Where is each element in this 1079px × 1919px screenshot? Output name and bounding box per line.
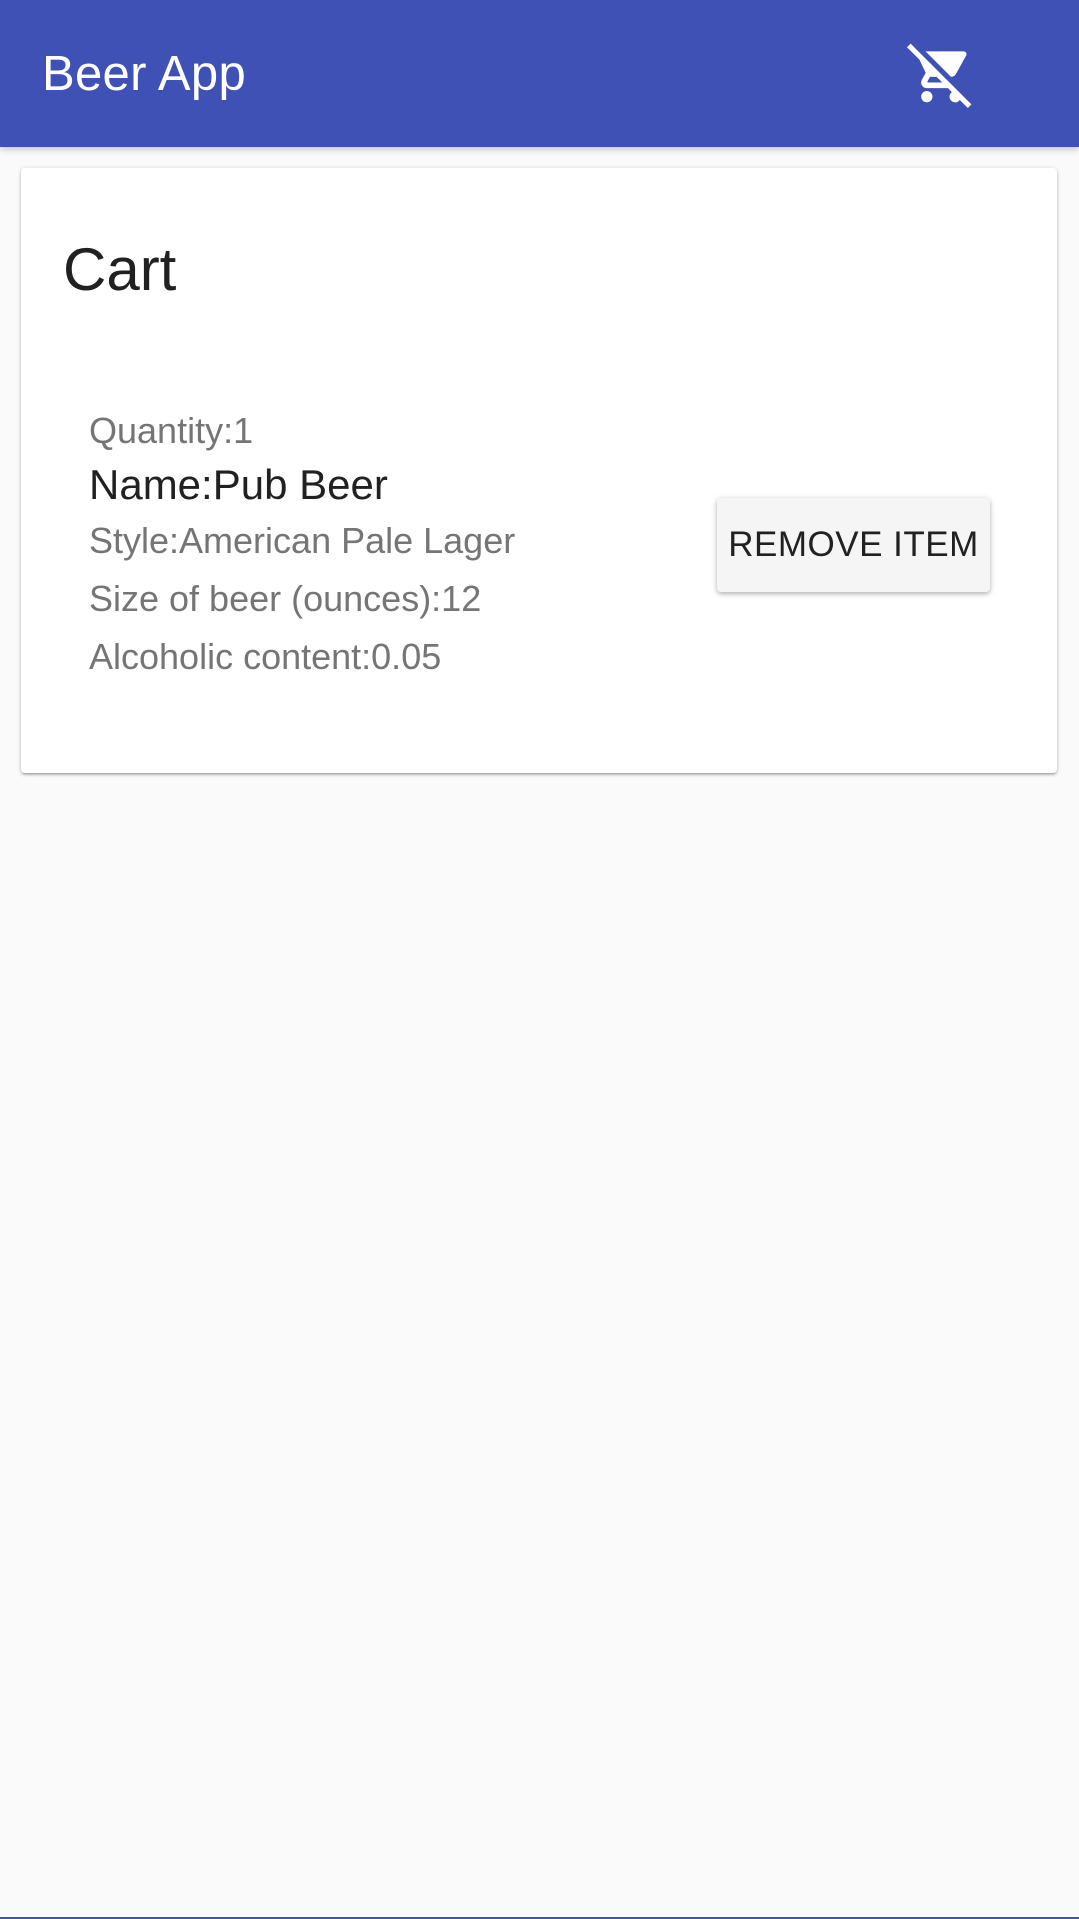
cart-card: Cart Quantity:1 Name:Pub Beer Style:Amer… <box>21 168 1057 773</box>
remove-item-button[interactable]: REMOVE ITEM <box>717 498 990 592</box>
item-size: Size of beer (ounces):12 <box>89 578 482 619</box>
remove-shopping-cart-icon <box>907 43 972 108</box>
cart-title: Cart <box>63 236 177 303</box>
item-alcohol-content: Alcoholic content:0.05 <box>89 636 442 677</box>
app-title: Beer App <box>42 47 246 101</box>
item-name: Name:Pub Beer <box>89 461 388 508</box>
item-quantity: Quantity:1 <box>89 410 254 451</box>
cart-button[interactable] <box>896 36 986 112</box>
app-bar: Beer App <box>0 0 1079 147</box>
item-style: Style:American Pale Lager <box>89 520 516 561</box>
